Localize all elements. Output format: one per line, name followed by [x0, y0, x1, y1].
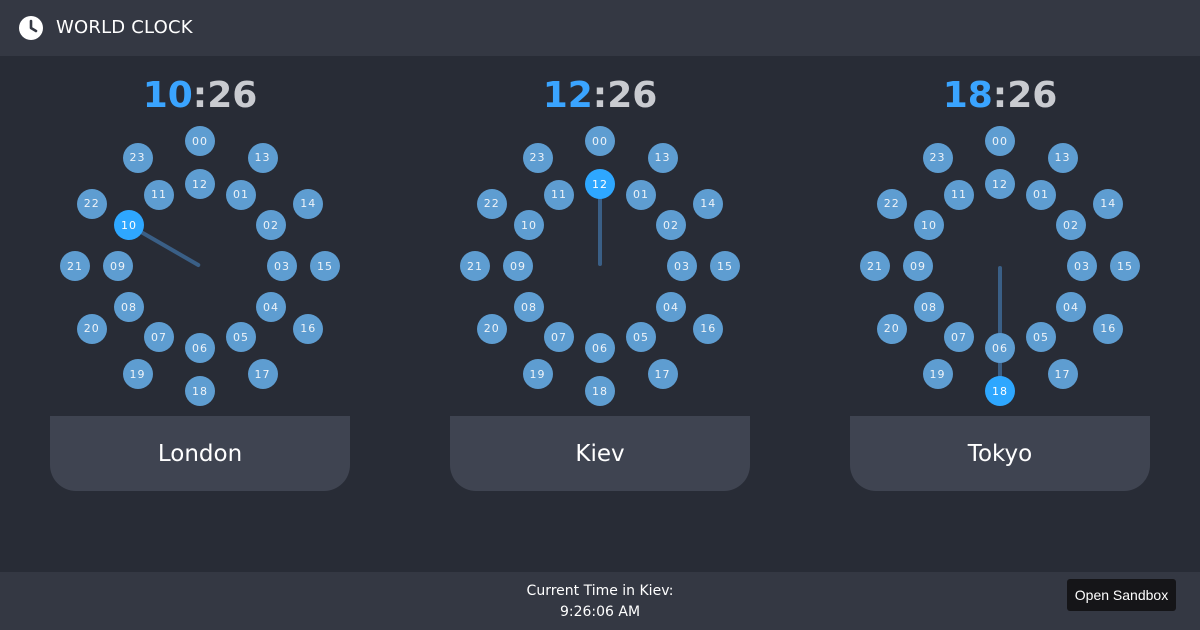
hour-marker-10: 10	[113, 210, 144, 240]
status-text: Current Time in Kiev: 9:26:06 AM	[0, 581, 1200, 623]
hour-marker-07: 07	[144, 322, 174, 352]
status-bar: Current Time in Kiev: 9:26:06 AM Open Sa…	[0, 572, 1200, 630]
city-name: Kiev	[575, 440, 625, 467]
hour-marker-15: 15	[710, 251, 740, 281]
city-card[interactable]: Tokyo	[850, 416, 1150, 491]
hour-marker-00: 00	[585, 126, 615, 156]
app-header: WORLD CLOCK	[0, 0, 1200, 56]
hour-marker-10: 10	[913, 210, 944, 240]
hour-marker-09: 09	[903, 251, 933, 281]
hour-marker-00: 00	[185, 126, 215, 156]
hour-marker-22: 22	[876, 188, 907, 219]
hour-marker-09: 09	[103, 251, 133, 281]
hour-marker-08: 08	[113, 292, 144, 322]
hour-marker-03: 03	[267, 251, 297, 281]
city-card[interactable]: London	[50, 416, 350, 491]
hour-marker-04: 04	[656, 292, 686, 322]
hour-marker-06: 06	[985, 333, 1015, 363]
hour-marker-16: 16	[1093, 313, 1124, 344]
clock-list: 10:26 00 01 02 03 04 05 06 07 08 09 10 11 12 13 14 15 16…	[0, 56, 1200, 572]
hour-dial: 00 01 02 03 04 05 06 07 08 09 10 11 12 13 14 15 16 17 18 19…	[450, 56, 750, 416]
hour-marker-04: 04	[256, 292, 286, 322]
hour-marker-09: 09	[503, 251, 533, 281]
hour-dial: 00 01 02 03 04 05 06 07 08 09 10 11 12 13 14 15 16 17 18 19…	[50, 56, 350, 416]
hour-marker-11: 11	[144, 179, 174, 210]
hour-marker-08: 08	[513, 292, 544, 322]
hour-marker-08: 08	[913, 292, 944, 322]
hour-marker-10: 10	[513, 210, 544, 240]
hour-marker-14: 14	[293, 188, 324, 219]
hour-marker-23: 23	[522, 142, 553, 173]
hour-marker-20: 20	[476, 313, 507, 344]
hour-marker-03: 03	[667, 251, 697, 281]
hour-marker-22: 22	[76, 188, 107, 219]
hour-marker-01: 01	[1026, 179, 1056, 210]
hour-marker-07: 07	[544, 322, 574, 352]
hour-marker-22: 22	[476, 188, 507, 219]
hour-marker-17: 17	[247, 359, 278, 390]
hour-marker-02: 02	[256, 210, 286, 240]
hour-marker-23: 23	[122, 142, 153, 173]
hour-marker-13: 13	[1047, 142, 1078, 173]
hour-marker-20: 20	[876, 313, 907, 344]
hour-marker-21: 21	[860, 251, 890, 281]
hour-marker-18: 18	[185, 376, 215, 406]
city-name: Tokyo	[967, 440, 1033, 467]
status-time: 9:26:06 AM	[559, 604, 641, 620]
hour-marker-01: 01	[226, 179, 256, 210]
hour-marker-04: 04	[1056, 292, 1086, 322]
clock-london: 10:26 00 01 02 03 04 05 06 07 08 09 10 11 12 13 14 15 16…	[50, 56, 350, 572]
hour-marker-02: 02	[1056, 210, 1086, 240]
hour-marker-23: 23	[922, 142, 953, 173]
hour-marker-13: 13	[647, 142, 678, 173]
hour-marker-05: 05	[226, 322, 256, 352]
hour-marker-11: 11	[544, 179, 574, 210]
status-label: Current Time in Kiev:	[526, 583, 674, 599]
clock-kiev: 12:26 00 01 02 03 04 05 06 07 08 09 10 11 12 13 14 15 16…	[450, 56, 750, 572]
open-sandbox-button[interactable]: Open Sandbox	[1067, 579, 1176, 611]
hour-dial: 00 01 02 03 04 05 06 07 08 09 10 11 12 13 14 15 16 17 18 19…	[850, 56, 1150, 416]
hour-marker-19: 19	[122, 359, 153, 390]
hour-marker-05: 05	[1026, 322, 1056, 352]
hour-marker-03: 03	[1067, 251, 1097, 281]
city-name: London	[157, 440, 243, 467]
hour-marker-19: 19	[522, 359, 553, 390]
hour-marker-21: 21	[460, 251, 490, 281]
hour-hand	[998, 266, 1002, 391]
hour-marker-06: 06	[185, 333, 215, 363]
hour-marker-17: 17	[1047, 359, 1078, 390]
clock-tokyo: 18:26 00 01 02 03 04 05 06 07 08 09 10 11 12 13 14 15 16…	[850, 56, 1150, 572]
hour-marker-12: 12	[585, 169, 615, 199]
hour-marker-15: 15	[1110, 251, 1140, 281]
app-title: WORLD CLOCK	[56, 17, 193, 38]
hour-marker-17: 17	[647, 359, 678, 390]
hour-marker-20: 20	[76, 313, 107, 344]
hour-marker-12: 12	[185, 169, 215, 199]
hour-marker-18: 18	[585, 376, 615, 406]
hour-marker-14: 14	[693, 188, 724, 219]
hour-marker-06: 06	[585, 333, 615, 363]
hour-marker-02: 02	[656, 210, 686, 240]
clock-icon	[19, 16, 43, 40]
hour-marker-12: 12	[985, 169, 1015, 199]
hour-marker-05: 05	[626, 322, 656, 352]
hour-marker-18: 18	[985, 376, 1015, 406]
hour-marker-16: 16	[693, 313, 724, 344]
hour-marker-14: 14	[1093, 188, 1124, 219]
city-card[interactable]: Kiev	[450, 416, 750, 491]
hour-marker-19: 19	[922, 359, 953, 390]
hour-marker-16: 16	[293, 313, 324, 344]
hour-marker-13: 13	[247, 142, 278, 173]
hour-marker-21: 21	[60, 251, 90, 281]
hour-marker-15: 15	[310, 251, 340, 281]
hour-marker-00: 00	[985, 126, 1015, 156]
hour-marker-01: 01	[626, 179, 656, 210]
hour-marker-07: 07	[944, 322, 974, 352]
hour-marker-11: 11	[944, 179, 974, 210]
